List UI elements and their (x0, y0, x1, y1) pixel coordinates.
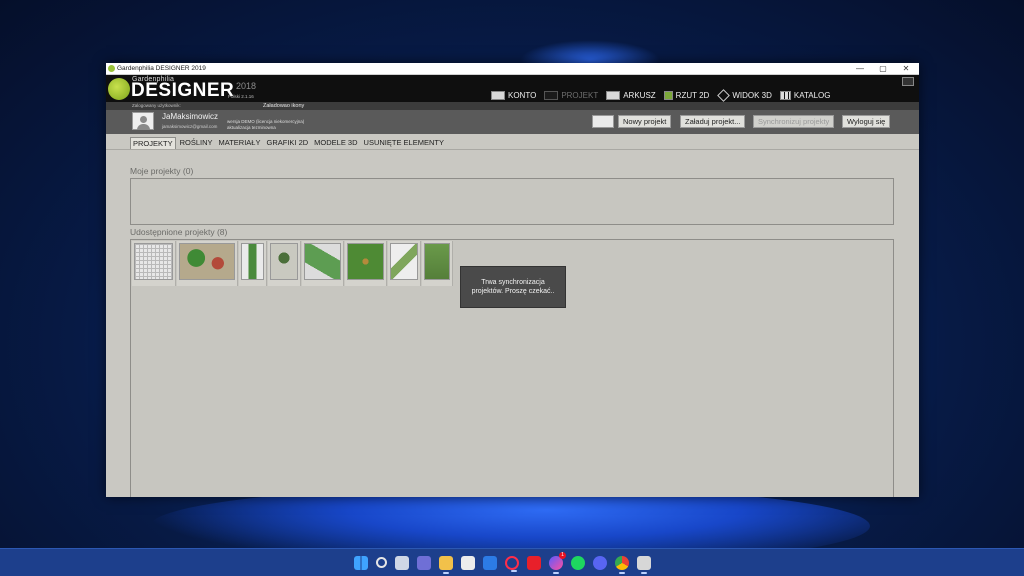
loading-status: Załadowao ikony (263, 103, 305, 109)
opera-icon[interactable] (505, 556, 519, 572)
taskbar: 1 (0, 548, 1024, 576)
sync-projects-button[interactable]: Synchronizuj projekty (753, 115, 835, 128)
notification-badge: 1 (559, 552, 566, 559)
discord-icon[interactable] (593, 556, 607, 570)
nav-label: ARKUSZ (623, 90, 656, 100)
my-projects-list[interactable] (130, 178, 894, 225)
search-icon[interactable] (376, 557, 387, 568)
licence-info: wersja DEMO (licencja niekomercyjna) akt… (227, 119, 304, 131)
project-thumbnail[interactable] (239, 241, 267, 286)
logged-in-label: Zalogowany użytkownik: (132, 103, 181, 108)
logo-icon (108, 78, 130, 100)
app-header: Gardenphilia DESIGNER 2018 Polski 2.1.16… (106, 75, 919, 102)
maximize-button[interactable]: ▢ (871, 63, 895, 75)
nav-widok-3d[interactable]: WIDOK 3D (717, 91, 772, 100)
close-button[interactable]: ✕ (894, 63, 918, 75)
sheet-icon (606, 90, 621, 100)
project-thumbnail-icon[interactable] (592, 115, 614, 128)
project-preview (347, 243, 384, 280)
view-3d-icon (717, 91, 729, 100)
file-explorer-icon[interactable] (439, 556, 453, 574)
new-project-button[interactable]: Nowy projekt (618, 115, 672, 128)
project-preview (304, 243, 341, 280)
project-preview (134, 243, 173, 280)
nav-label: WIDOK 3D (732, 90, 772, 100)
nav-projekt[interactable]: PROJEKT (544, 90, 599, 100)
shared-projects-heading: Udostępnione projekty (8) (130, 227, 228, 237)
section-tabs: PROJEKTY ROŚLINY MATERIAŁY GRAFIKI 2D MO… (130, 137, 448, 149)
tab-grafiki-2d[interactable]: GRAFIKI 2D (264, 137, 310, 149)
app-version: Polski 2.1.16 (228, 94, 254, 99)
nav-label: KATALOG (793, 90, 831, 100)
nav-label: PROJEKT (561, 90, 599, 100)
spotify-icon[interactable] (571, 556, 585, 570)
windows-start-icon[interactable] (354, 556, 368, 570)
sync-toast: Trwa synchronizacja projektów. Proszę cz… (460, 266, 566, 308)
project-preview (424, 243, 450, 280)
tab-projekty[interactable]: PROJEKTY (130, 137, 176, 149)
task-view-icon[interactable] (395, 556, 409, 570)
licence-line: aktualizacja tezminowna (227, 125, 276, 130)
nav-arkusz[interactable]: ARKUSZ (606, 90, 656, 100)
nav-katalog[interactable]: KATALOG (779, 90, 831, 100)
screen-icon[interactable] (902, 77, 914, 86)
project-thumbnail[interactable] (422, 241, 453, 286)
project-thumbnail[interactable] (388, 241, 421, 286)
window-titlebar[interactable]: Gardenphilia DESIGNER 2019 — ▢ ✕ (106, 63, 919, 75)
info-strip: Zalogowany użytkownik: Załadowao ikony (106, 102, 919, 110)
tab-usuniete-elementy[interactable]: USUNIĘTE ELEMENTY (362, 137, 446, 149)
logo-title: DESIGNER (131, 80, 235, 101)
app-window: Gardenphilia DESIGNER 2019 — ▢ ✕ Gardenp… (106, 63, 919, 497)
nav-rzut-2d[interactable]: RZUT 2D (663, 90, 710, 100)
user-email: jamaksimowicz@gmail.com (162, 124, 218, 129)
project-thumbnail[interactable] (268, 241, 301, 286)
messenger-icon[interactable]: 1 (549, 552, 566, 574)
project-thumbnail[interactable] (302, 241, 344, 286)
projects-panel: Moje projekty (0) Udostępnione projekty … (106, 150, 919, 497)
toast-line: projektów. Proszę czekać.. (471, 288, 555, 295)
wps-office-icon[interactable] (527, 556, 541, 570)
teams-chat-icon[interactable] (417, 556, 431, 570)
plan-2d-icon (663, 90, 673, 100)
user-name: JaMaksimowicz (162, 112, 219, 121)
gardenphilia-app-icon[interactable] (637, 556, 651, 574)
mail-icon[interactable] (483, 556, 497, 570)
minimize-button[interactable]: — (848, 63, 872, 75)
chrome-icon[interactable] (615, 556, 629, 574)
account-icon (491, 90, 505, 100)
toast-line: Trwa synchronizacja (481, 279, 545, 286)
logout-button[interactable]: Wyloguj się (842, 115, 891, 128)
app-icon (108, 65, 115, 72)
nav-label: RZUT 2D (675, 90, 710, 100)
project-preview (241, 243, 264, 280)
load-project-button[interactable]: Załaduj projekt... (680, 115, 746, 128)
main-nav: KONTO PROJEKT ARKUSZ RZUT 2D WIDOK 3D KA… (491, 89, 838, 101)
tab-materialy[interactable]: MATERIAŁY (217, 137, 263, 149)
logo-year: 2018 (236, 81, 257, 91)
avatar (132, 112, 154, 130)
tab-modele-3d[interactable]: MODELE 3D (312, 137, 359, 149)
project-preview (179, 243, 235, 280)
my-projects-heading: Moje projekty (0) (130, 166, 194, 176)
taskbar-icons: 1 (350, 552, 655, 574)
project-icon (544, 90, 559, 100)
project-thumbnail[interactable] (132, 241, 176, 286)
microsoft-store-icon[interactable] (461, 556, 475, 570)
user-bar: JaMaksimowicz jamaksimowicz@gmail.com we… (106, 110, 919, 134)
tab-rosliny[interactable]: ROŚLINY (178, 137, 215, 149)
window-title: Gardenphilia DESIGNER 2019 (117, 65, 206, 72)
nav-label: KONTO (508, 90, 537, 100)
project-thumbnail[interactable] (177, 241, 238, 286)
project-thumbnail[interactable] (345, 241, 387, 286)
project-preview (270, 243, 298, 280)
project-preview (390, 243, 418, 280)
nav-konto[interactable]: KONTO (491, 90, 537, 100)
catalog-icon (779, 90, 791, 100)
